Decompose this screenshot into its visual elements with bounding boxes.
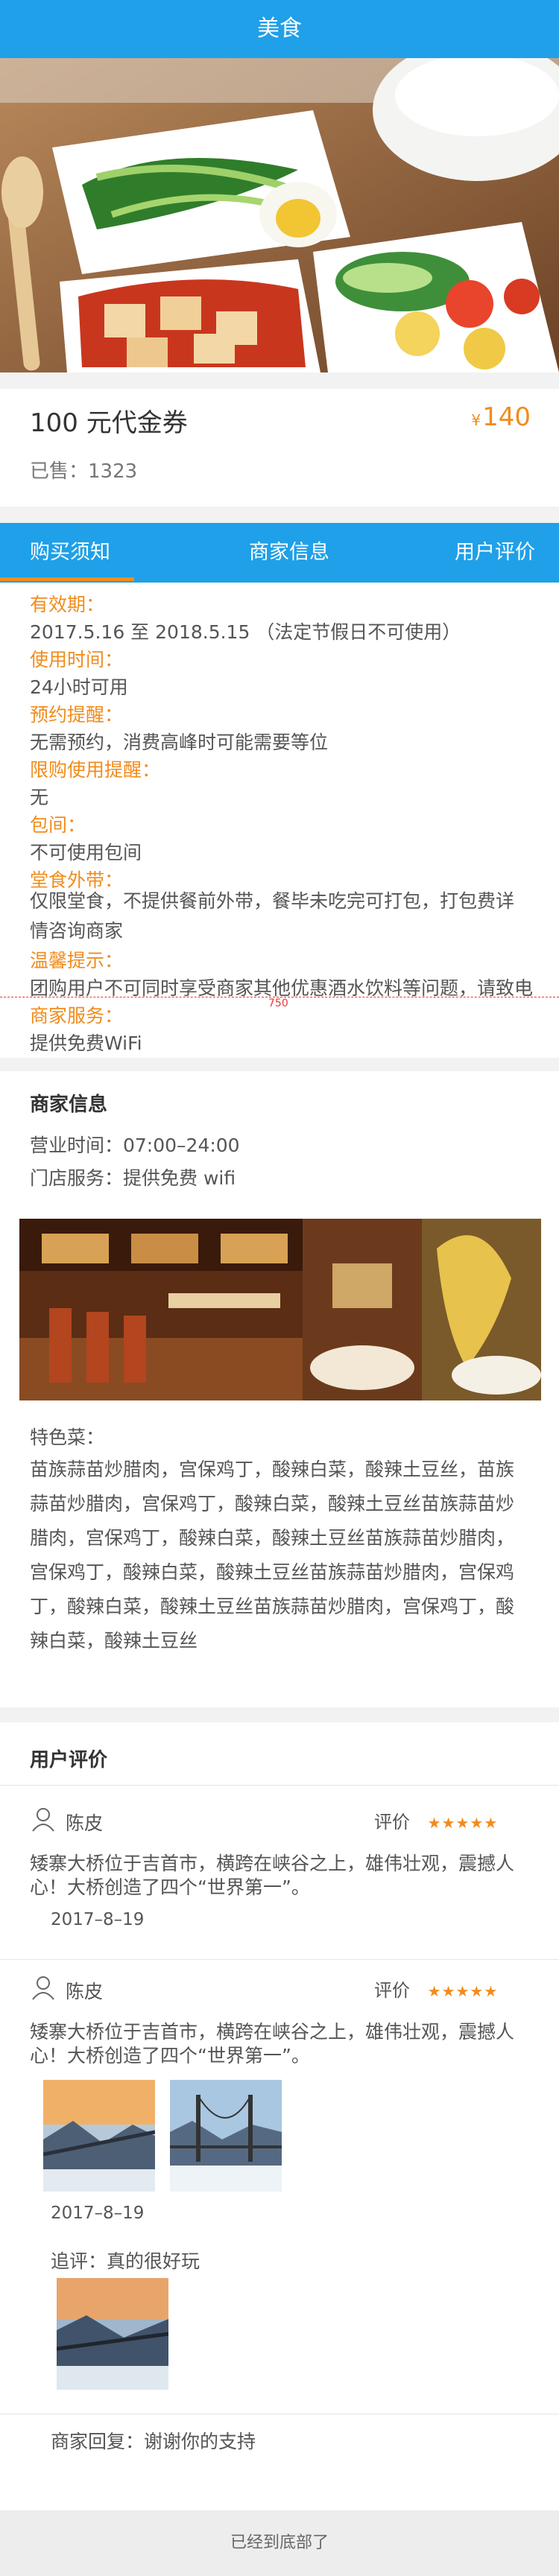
private-room-value: 不可使用包间 [30, 842, 142, 863]
review-followup: 追评：真的很好玩 [51, 2250, 200, 2272]
validity-label: 有效期： [30, 594, 105, 615]
private-room-label: 包间： [30, 814, 86, 836]
end-of-page-footer: 已经到底部了 [0, 2510, 559, 2576]
followup-photo-bridge[interactable] [57, 2278, 168, 2390]
business-hours: 营业时间：07:00–24:00 [30, 1135, 240, 1156]
specialty-label: 特色菜： [30, 1427, 105, 1448]
takeout-value: 仅限堂食，不提供餐前外带，餐毕未吃完可打包，打包费详情咨询商家 [30, 890, 515, 942]
currency-symbol: ¥ [471, 411, 481, 429]
service-label: 商家服务： [30, 1005, 124, 1027]
review-rating: 评价 ★★★★★ [374, 1976, 498, 2002]
review-username: 陈皮 [66, 1812, 104, 1834]
page-header: 美食 [0, 0, 559, 58]
restaurant-photo [19, 1219, 541, 1400]
divider [0, 1959, 559, 1960]
user-avatar-icon [30, 1974, 57, 2001]
divider [0, 1785, 559, 1786]
section-gap [0, 1058, 559, 1071]
service-value: 提供免费WiFi [30, 1032, 142, 1054]
footer-text: 已经到底部了 [230, 2534, 329, 2552]
price-value: 140 [482, 402, 531, 432]
validity-value: 2017.5.16 至 2018.5.15 （法定节假日不可使用） [30, 621, 461, 643]
page-title: 美食 [257, 16, 302, 42]
section-gap [0, 1707, 559, 1722]
active-tab-indicator [0, 577, 134, 581]
merchant-section-title: 商家信息 [30, 1094, 108, 1116]
section-gap [0, 507, 559, 523]
review-photo-bridge[interactable] [170, 2080, 282, 2192]
tab-purchase-notice[interactable]: 购买须知 [30, 523, 110, 583]
review-rating: 评价 ★★★★★ [374, 1807, 498, 1833]
hero-food-image [0, 58, 559, 372]
deal-price: ¥140 [471, 402, 531, 432]
review-date: 2017–8–19 [51, 1910, 145, 1929]
specialty-dishes: 苗族蒜苗炒腊肉，宫保鸡丁，酸辣白菜，酸辣土豆丝，苗族蒜苗炒腊肉，宫保鸡丁，酸辣白… [30, 1459, 515, 1652]
use-time-label: 使用时间： [30, 649, 124, 670]
review-photo-bridge[interactable] [43, 2080, 155, 2192]
tab-bar: 购买须知 商家信息 用户评价 [0, 523, 559, 583]
section-gap [0, 372, 559, 389]
user-avatar-icon [30, 1806, 57, 1833]
rating-label: 评价 [374, 1812, 410, 1833]
deal-title: 100 元代金券 [30, 408, 188, 438]
store-service: 门店服务：提供免费 wifi [30, 1167, 236, 1189]
review-text: 矮寨大桥位于吉首市，横跨在峡谷之上，雄伟壮观，震撼人心！大桥创造了四个“世界第一… [30, 1853, 515, 1898]
review-username: 陈皮 [66, 1981, 104, 2002]
warm-tip-label: 温馨提示： [30, 950, 124, 971]
use-time-value: 24小时可用 [30, 676, 128, 698]
booking-value: 无需预约，消费高峰时可能需要等位 [30, 732, 329, 753]
limit-value: 无 [30, 787, 49, 808]
rating-label: 评价 [374, 1980, 410, 2001]
review-date: 2017–8–19 [51, 2204, 145, 2223]
star-rating-icon: ★★★★★ [427, 1814, 499, 1832]
tab-user-reviews[interactable]: 用户评价 [455, 523, 535, 583]
reviews-section-title: 用户评价 [30, 1749, 108, 1771]
merchant-reply: 商家回复：谢谢你的支持 [51, 2431, 256, 2452]
booking-label: 预约提醒： [30, 704, 124, 726]
limit-label: 限购使用提醒： [30, 759, 161, 781]
sold-count: 已售：1323 [30, 460, 138, 483]
review-text: 矮寨大桥位于吉首市，横跨在峡谷之上，雄伟壮观，震撼人心！大桥创造了四个“世界第一… [30, 2021, 515, 2066]
star-rating-icon: ★★★★★ [427, 1982, 499, 2000]
ruler-label: 750 [268, 997, 288, 1009]
tab-merchant-info[interactable]: 商家信息 [249, 523, 329, 583]
